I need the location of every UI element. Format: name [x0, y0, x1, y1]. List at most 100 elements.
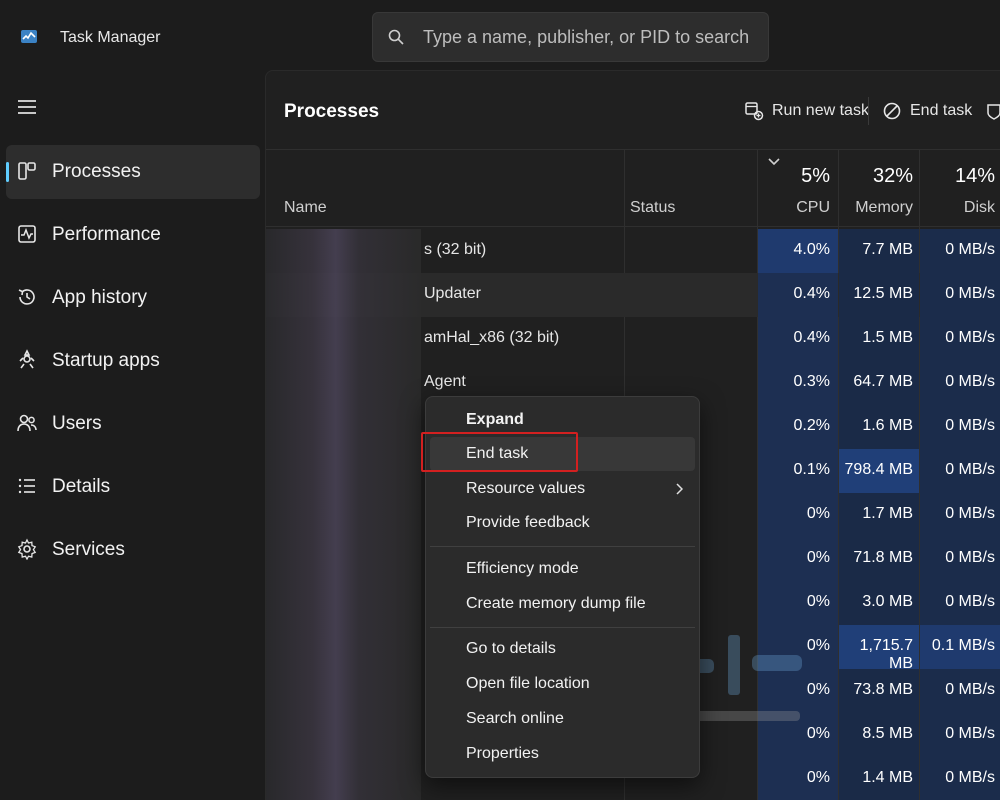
sidebar-item-services[interactable]: Services	[6, 523, 260, 577]
hamburger-menu-icon[interactable]	[17, 98, 37, 116]
menu-separator	[430, 627, 695, 628]
users-icon	[17, 414, 37, 432]
disk-cell: 0 MB/s	[920, 405, 1000, 449]
memory-cell: 3.0 MB	[839, 581, 919, 625]
blurred-process-name	[266, 757, 421, 800]
disk-cell: 0 MB/s	[920, 581, 1000, 625]
blurred-process-name	[266, 317, 421, 361]
run-new-task-button[interactable]: Run new task	[744, 93, 869, 129]
run-new-task-label: Run new task	[772, 102, 869, 119]
blurred-process-name	[266, 669, 421, 713]
cpu-cell: 0.3%	[758, 361, 838, 405]
column-header-cpu[interactable]: 5% CPU	[758, 149, 838, 226]
table-row[interactable]: s (32 bit) 4.0% 7.7 MB 0 MB/s	[266, 229, 1000, 273]
header-bottom-border	[266, 226, 1000, 227]
menu-item-search-online[interactable]: Search online	[430, 702, 695, 736]
sidebar: Processes Performance App history Startu…	[0, 72, 265, 800]
disk-cell: 0 MB/s	[920, 229, 1000, 273]
table-row[interactable]: amHal_x86 (32 bit) 0.4% 1.5 MB 0 MB/s	[266, 317, 1000, 361]
process-name: s (32 bit)	[424, 241, 487, 258]
blurred-process-name	[266, 581, 421, 625]
services-icon	[17, 538, 37, 560]
menu-item-label: Efficiency mode	[466, 560, 579, 577]
menu-separator	[430, 546, 695, 547]
disk-cell: 0.1 MB/s	[920, 625, 1000, 669]
end-task-icon	[883, 102, 901, 120]
cpu-cell: 4.0%	[758, 229, 838, 273]
sidebar-item-details[interactable]: Details	[6, 460, 260, 514]
disk-cell: 0 MB/s	[920, 317, 1000, 361]
sidebar-item-label: Startup apps	[52, 350, 160, 371]
blurred-process-name	[266, 361, 421, 405]
column-header-memory[interactable]: 32% Memory	[839, 149, 919, 226]
memory-cell: 1.6 MB	[839, 405, 919, 449]
task-manager-app-icon	[21, 30, 37, 43]
column-header-name[interactable]: Name	[284, 199, 327, 217]
cpu-cell: 0%	[758, 581, 838, 625]
disk-cell: 0 MB/s	[920, 493, 1000, 537]
menu-item-go-to-details[interactable]: Go to details	[430, 632, 695, 666]
menu-item-label: Go to details	[466, 640, 556, 657]
menu-item-efficiency-mode[interactable]: Efficiency mode	[430, 552, 695, 586]
cpu-cell: 0%	[758, 537, 838, 581]
blurred-process-name	[266, 229, 421, 273]
column-header-status[interactable]: Status	[630, 199, 675, 217]
sidebar-item-processes[interactable]: Processes	[6, 145, 260, 199]
menu-item-properties[interactable]: Properties	[430, 737, 695, 771]
disk-total-percent: 14%	[954, 165, 995, 187]
performance-icon	[18, 225, 36, 243]
search-placeholder: Type a name, publisher, or PID to search	[423, 27, 750, 47]
sidebar-item-label: Users	[52, 413, 102, 434]
blurred-process-name	[266, 405, 421, 449]
menu-item-label: Resource values	[466, 480, 586, 497]
blurred-process-name	[266, 273, 421, 317]
disk-cell: 0 MB/s	[920, 273, 1000, 317]
details-icon	[18, 478, 35, 494]
memory-column-label: Memory	[855, 199, 913, 216]
highlight-outline	[421, 432, 578, 472]
menu-item-label: Properties	[466, 745, 539, 762]
column-header-disk[interactable]: 14% Disk	[920, 149, 1000, 226]
cpu-cell: 0%	[758, 713, 838, 757]
blurred-process-name	[266, 537, 421, 581]
process-name: amHal_x86 (32 bit)	[424, 329, 560, 346]
menu-item-open-file-location[interactable]: Open file location	[430, 667, 695, 701]
sidebar-item-label: Details	[52, 476, 111, 497]
sidebar-item-app-history[interactable]: App history	[6, 271, 260, 325]
cpu-column-label: CPU	[796, 199, 830, 216]
memory-cell: 12.5 MB	[839, 273, 919, 317]
search-input[interactable]: Type a name, publisher, or PID to search	[372, 12, 769, 62]
disk-column-label: Disk	[963, 199, 995, 216]
cpu-cell: 0%	[758, 493, 838, 537]
cpu-cell: 0.4%	[758, 317, 838, 361]
toolbar-divider	[868, 97, 869, 125]
menu-item-create-memory-dump[interactable]: Create memory dump file	[430, 587, 695, 621]
disk-cell: 0 MB/s	[920, 757, 1000, 800]
cpu-cell: 0%	[758, 625, 838, 669]
title-bar: Task Manager Type a name, publisher, or …	[0, 0, 1000, 72]
sidebar-item-label: App history	[52, 287, 148, 308]
cpu-total-percent: 5%	[801, 165, 830, 187]
search-icon	[388, 29, 404, 45]
cpu-cell: 0%	[758, 669, 838, 713]
end-task-button[interactable]: End task	[882, 93, 972, 129]
menu-item-label: Search online	[466, 710, 564, 727]
table-row[interactable]: Updater 0.4% 12.5 MB 0 MB/s	[266, 273, 1000, 317]
cpu-cell: 0.1%	[758, 449, 838, 493]
menu-item-provide-feedback[interactable]: Provide feedback	[430, 506, 695, 540]
memory-cell: 1,715.7 MB	[839, 625, 919, 672]
sidebar-item-startup-apps[interactable]: Startup apps	[6, 334, 260, 388]
sidebar-item-users[interactable]: Users	[6, 397, 260, 451]
memory-total-percent: 32%	[872, 165, 913, 187]
processes-icon	[18, 162, 36, 180]
page-title: Processes	[284, 101, 380, 122]
process-name: Agent	[424, 373, 466, 390]
disk-cell: 0 MB/s	[920, 361, 1000, 405]
efficiency-mode-icon[interactable]	[986, 101, 1000, 121]
sidebar-item-performance[interactable]: Performance	[6, 208, 260, 262]
memory-cell: 7.7 MB	[839, 229, 919, 273]
sidebar-item-label: Services	[52, 539, 125, 560]
chevron-right-icon	[676, 483, 683, 495]
app-history-icon	[18, 289, 35, 305]
menu-item-resource-values[interactable]: Resource values	[430, 472, 695, 506]
